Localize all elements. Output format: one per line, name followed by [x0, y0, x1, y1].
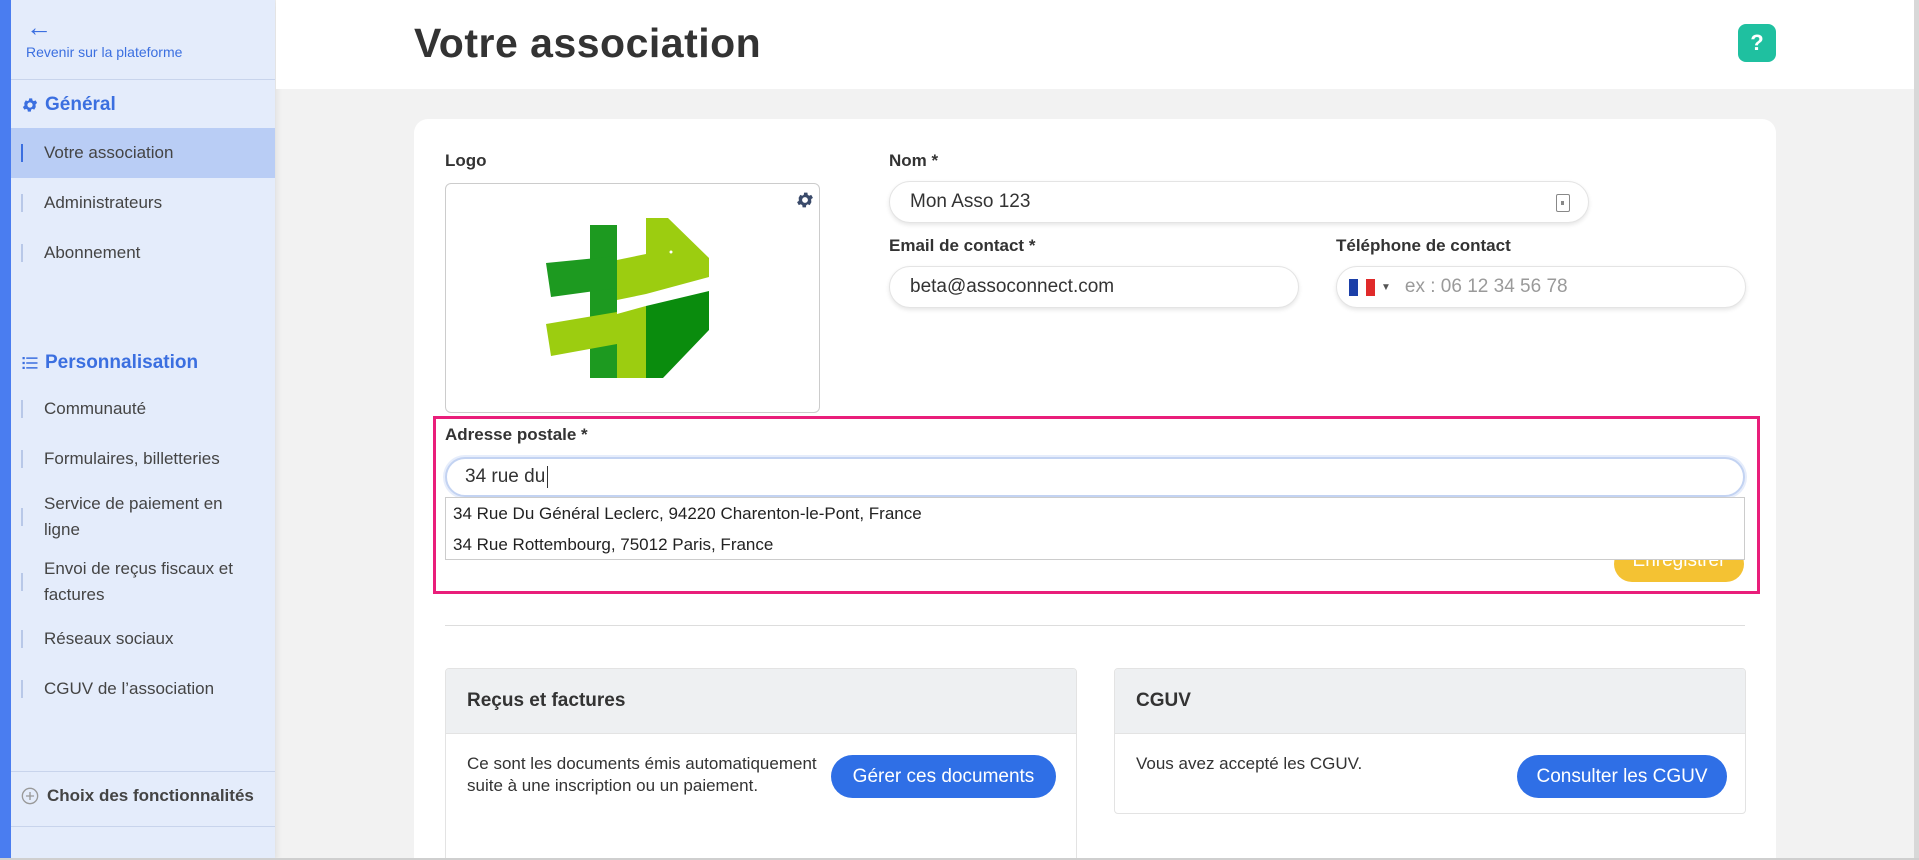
chevron-down-icon[interactable]: ▼ [1381, 282, 1391, 293]
phone-placeholder: ex : 06 12 34 56 78 [1404, 276, 1568, 297]
sidebar-item-paiement[interactable]: Service de paiement en ligne [11, 491, 261, 543]
sidebar-item-votre-association[interactable]: Votre association [11, 128, 275, 178]
view-cguv-button[interactable]: Consulter les CGUV [1517, 755, 1727, 798]
sidebar-item-label: Votre association [44, 143, 174, 162]
sidebar-item-abonnement[interactable]: Abonnement [11, 240, 275, 266]
suggestion-item[interactable]: 34 Rue Du Général Leclerc, 94220 Charent… [446, 498, 1744, 529]
suggestion-item[interactable]: 34 Rue Rottembourg, 75012 Paris, France [446, 529, 1744, 560]
section-personnalisation: Personnalisation [21, 352, 198, 374]
sidebar-item-formulaires[interactable]: Formulaires, billetteries [11, 446, 275, 472]
sidebar-item-label: Communauté [44, 399, 147, 418]
sidebar-item-label: Réseaux sociaux [44, 629, 174, 648]
sidebar-item-recus[interactable]: Envoi de reçus fiscaux et factures [11, 556, 261, 608]
address-input[interactable]: 34 rue du [445, 457, 1745, 497]
help-button[interactable]: ? [1738, 24, 1776, 62]
section-general: Général [21, 94, 116, 116]
divider [445, 625, 1745, 626]
divider [11, 771, 275, 772]
name-label: Nom * [889, 151, 939, 170]
sidebar-item-communaute[interactable]: Communauté [11, 396, 275, 422]
receipts-text: Ce sont les documents émis automatiqueme… [467, 754, 817, 795]
name-value: Mon Asso 123 [910, 191, 1031, 212]
list-icon [22, 357, 38, 369]
sidebar-item-label: Administrateurs [44, 193, 163, 212]
sidebar-item-label: Formulaires, billetteries [44, 449, 220, 468]
receipts-panel: Reçus et factures Ce sont les documents … [445, 668, 1077, 860]
logo-label: Logo [445, 151, 487, 170]
sidebar-item-label: Envoi de reçus fiscaux et factures [44, 559, 233, 604]
logo-upload[interactable] [445, 183, 820, 413]
sidebar-item-label: Service de paiement en ligne [44, 494, 223, 539]
sidebar-item-label: CGUV de l’association [44, 679, 215, 698]
text-cursor [547, 466, 549, 488]
phone-label: Téléphone de contact [1336, 236, 1511, 255]
features-label: Choix des fonctionnalités [47, 786, 254, 805]
autofill-icon [1556, 194, 1570, 212]
phone-field[interactable]: ▼ ex : 06 12 34 56 78 [1336, 266, 1746, 308]
page-header: Votre association ? [276, 0, 1914, 89]
arrow-left-icon: ← [26, 12, 52, 42]
name-field[interactable]: Mon Asso 123 [889, 181, 1589, 223]
scrollbar[interactable] [1914, 0, 1919, 860]
association-logo [546, 218, 709, 378]
back-label: Revenir sur la plateforme [26, 44, 183, 60]
email-value: beta@assoconnect.com [910, 276, 1115, 297]
section-personnalisation-label: Personnalisation [45, 352, 199, 373]
divider [11, 826, 275, 827]
section-general-label: Général [45, 94, 116, 115]
email-field[interactable]: beta@assoconnect.com [889, 266, 1299, 308]
back-to-platform-link[interactable]: ← Revenir sur la plateforme [26, 14, 182, 60]
cguv-title: CGUV [1115, 669, 1745, 734]
address-value: 34 rue du [465, 466, 546, 487]
cguv-text: Vous avez accepté les CGUV. [1136, 754, 1363, 773]
sidebar: ← Revenir sur la plateforme Général Votr… [0, 0, 275, 860]
email-label: Email de contact * [889, 236, 1036, 255]
features-toggle[interactable]: Choix des fonctionnalités [21, 786, 254, 806]
divider [11, 79, 275, 80]
sidebar-item-administrateurs[interactable]: Administrateurs [11, 190, 275, 216]
cguv-panel: CGUV Vous avez accepté les CGUV. Consult… [1114, 668, 1746, 814]
address-suggestions: 34 Rue Du Général Leclerc, 94220 Charent… [445, 497, 1745, 560]
gear-icon [22, 98, 38, 112]
manage-documents-button[interactable]: Gérer ces documents [831, 755, 1056, 798]
sidebar-item-cguv[interactable]: CGUV de l’association [11, 676, 275, 702]
page-title: Votre association [414, 20, 762, 66]
plus-circle-icon [21, 787, 39, 805]
sidebar-item-reseaux[interactable]: Réseaux sociaux [11, 626, 275, 652]
receipts-title: Reçus et factures [446, 669, 1076, 734]
france-flag-icon[interactable] [1349, 278, 1376, 296]
sidebar-item-label: Abonnement [44, 243, 141, 262]
gear-icon[interactable] [795, 190, 815, 210]
